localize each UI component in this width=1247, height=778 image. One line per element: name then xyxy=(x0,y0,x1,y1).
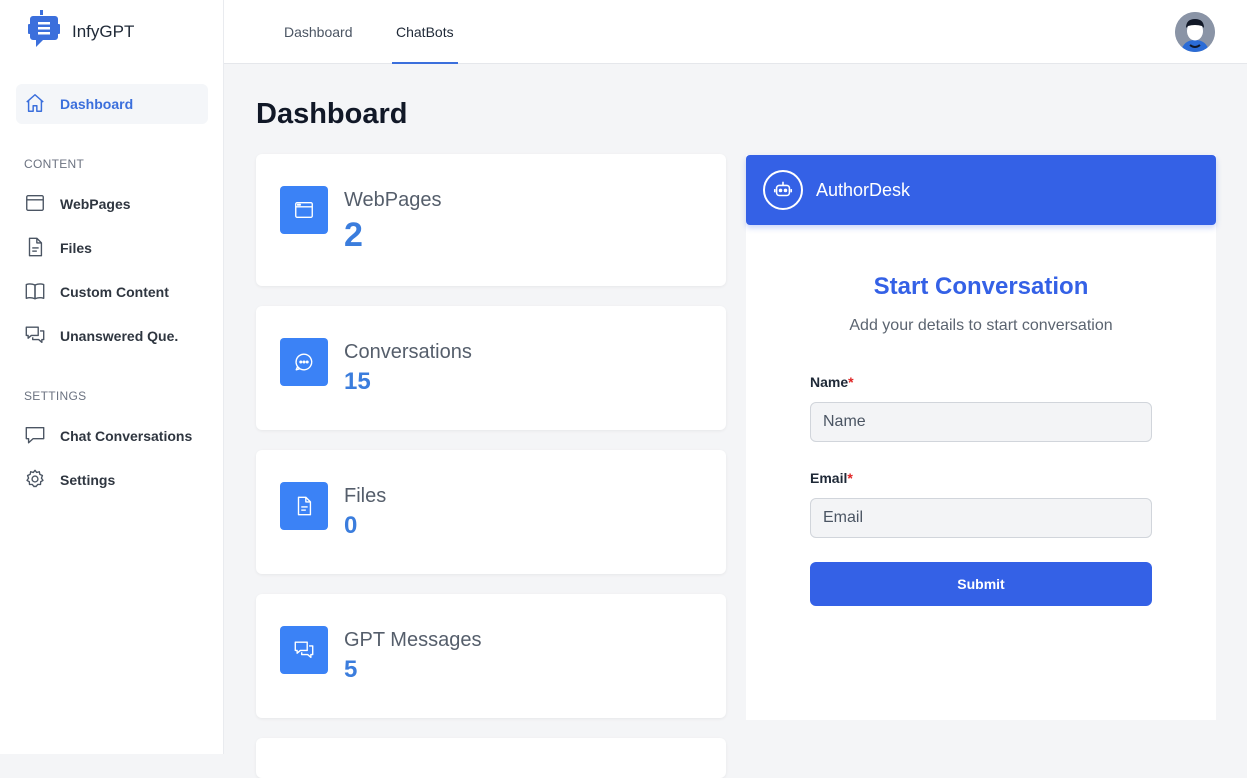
email-field[interactable] xyxy=(810,498,1152,538)
sidebar-item-label: Unanswered Que. xyxy=(60,328,179,344)
brand[interactable]: InfyGPT xyxy=(24,9,135,55)
browser-window-icon xyxy=(24,192,46,217)
stat-value: 0 xyxy=(344,512,358,539)
sidebar-item-unanswered[interactable]: Unanswered Que. xyxy=(24,324,178,348)
stat-label: GPT Messages xyxy=(344,629,482,651)
sidebar: InfyGPT Dashboard CONTENT WebPages Files… xyxy=(0,0,224,754)
tab-chatbots[interactable]: ChatBots xyxy=(392,0,458,64)
stat-label: WebPages xyxy=(344,189,442,211)
brand-name: InfyGPT xyxy=(72,22,135,41)
name-field[interactable] xyxy=(810,402,1152,442)
sidebar-item-label: Dashboard xyxy=(60,96,134,112)
tab-dashboard[interactable]: Dashboard xyxy=(284,0,353,64)
chat-dots-icon xyxy=(280,338,328,386)
email-field-label: Email* xyxy=(810,470,853,486)
stat-card-files[interactable]: Files 0 xyxy=(256,450,726,574)
stat-label: Conversations xyxy=(344,341,472,363)
stat-value: 2 xyxy=(344,216,363,254)
file-icon xyxy=(24,236,46,261)
chat-bubble-icon xyxy=(24,424,46,449)
sidebar-item-files[interactable]: Files xyxy=(24,236,92,260)
sidebar-item-label: Settings xyxy=(60,472,116,488)
stat-card-conversations[interactable]: Conversations 15 xyxy=(256,306,726,430)
sidebar-item-label: Chat Conversations xyxy=(60,428,193,444)
sidebar-item-label: WebPages xyxy=(60,196,131,212)
sidebar-item-settings[interactable]: Settings xyxy=(24,468,115,492)
browser-window-icon xyxy=(280,186,328,234)
sidebar-item-dashboard[interactable]: Dashboard xyxy=(16,84,208,124)
sidebar-item-custom-content[interactable]: Custom Content xyxy=(24,280,169,304)
sidebar-item-chat-conversations[interactable]: Chat Conversations xyxy=(24,424,192,448)
robot-icon xyxy=(763,170,803,210)
chat-widget: AuthorDesk Start Conversation Add your d… xyxy=(746,155,1216,720)
stat-card-webpages[interactable]: WebPages 2 xyxy=(256,154,726,286)
chat-bubbles-icon xyxy=(280,626,328,674)
sidebar-item-label: Files xyxy=(60,240,92,256)
stat-label: Files xyxy=(344,485,387,507)
start-conversation-title: Start Conversation xyxy=(873,273,1089,300)
stat-value: 15 xyxy=(344,368,371,395)
required-mark: * xyxy=(847,470,853,486)
top-bar: Dashboard ChatBots xyxy=(224,0,1247,64)
stat-value: 5 xyxy=(344,656,358,683)
logo-icon xyxy=(24,9,64,55)
avatar[interactable] xyxy=(1175,12,1215,52)
sidebar-section-settings: SETTINGS xyxy=(24,389,87,403)
sidebar-section-content: CONTENT xyxy=(24,157,85,171)
file-icon xyxy=(280,482,328,530)
required-mark: * xyxy=(848,374,854,390)
stat-card-gpt-messages[interactable]: GPT Messages 5 xyxy=(256,594,726,718)
chat-header: AuthorDesk xyxy=(746,155,1216,225)
sidebar-item-webpages[interactable]: WebPages xyxy=(24,192,131,216)
bot-name: AuthorDesk xyxy=(816,179,911,200)
start-conversation-subtitle: Add your details to start conversation xyxy=(849,317,1113,334)
home-icon xyxy=(24,92,46,117)
book-icon xyxy=(24,280,46,305)
chat-bubbles-icon xyxy=(24,324,46,349)
stat-card-partial xyxy=(256,738,726,778)
user-avatar-icon xyxy=(1175,12,1215,52)
gear-icon xyxy=(24,468,46,493)
submit-button[interactable]: Submit xyxy=(810,562,1152,606)
sidebar-item-label: Custom Content xyxy=(60,284,169,300)
name-field-label: Name* xyxy=(810,374,854,390)
page-title: Dashboard xyxy=(256,98,408,130)
